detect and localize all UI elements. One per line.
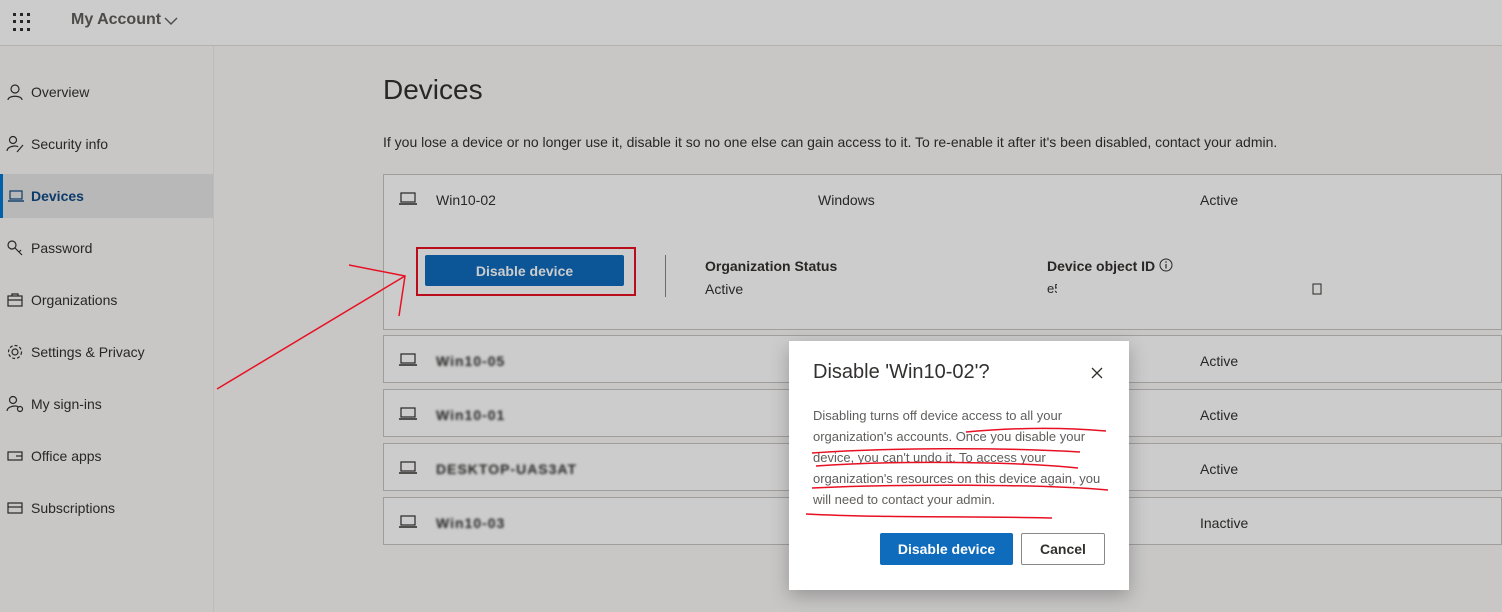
- modal-overlay: [0, 0, 1502, 612]
- dialog-body: Disabling turns off device access to all…: [813, 405, 1109, 510]
- cancel-button[interactable]: Cancel: [1021, 533, 1105, 565]
- close-icon[interactable]: [1089, 365, 1105, 381]
- dialog-title: Disable 'Win10-02'?: [813, 361, 990, 383]
- confirm-disable-button[interactable]: Disable device: [880, 533, 1013, 565]
- disable-device-dialog: Disable 'Win10-02'? Disabling turns off …: [789, 341, 1129, 590]
